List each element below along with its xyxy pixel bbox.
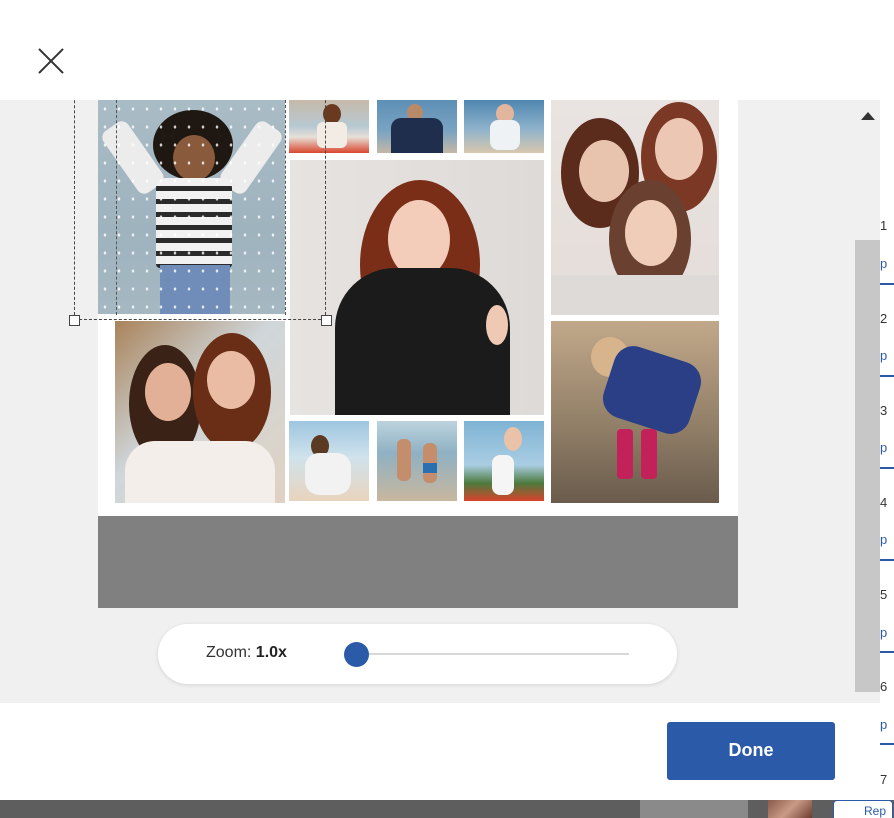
photo-tile-woman-flowers[interactable]	[289, 100, 369, 153]
photo-tile-two-friends[interactable]	[115, 321, 285, 503]
background-row-number: 2	[880, 311, 888, 326]
zoom-control: Zoom: 1.0x	[158, 624, 677, 684]
photo-tile-toddler-puddle[interactable]	[551, 321, 719, 503]
background-button: Rep	[833, 800, 893, 818]
vertical-scrollbar[interactable]	[855, 240, 880, 692]
close-icon[interactable]	[36, 46, 66, 76]
background-divider	[880, 467, 894, 469]
background-link: p	[880, 256, 888, 271]
background-row-number: 3	[880, 403, 888, 418]
background-row-number: 1	[880, 218, 888, 233]
background-link: p	[880, 348, 888, 363]
crop-guide-line	[116, 100, 117, 315]
background-link: p	[880, 625, 888, 640]
zoom-label: Zoom: 1.0x	[206, 644, 287, 661]
photo-tile-three-women[interactable]	[551, 100, 719, 315]
background-strip	[640, 800, 748, 818]
crop-guide-line	[285, 100, 286, 315]
modal-header	[0, 0, 880, 100]
zoom-slider-track[interactable]	[356, 653, 629, 655]
crop-handle-bottom-right[interactable]	[321, 315, 332, 326]
photo-tile-red-hair-woman[interactable]	[290, 160, 544, 415]
background-divider	[880, 559, 894, 561]
scrollbar-thumb[interactable]	[855, 240, 880, 692]
background-row-number: 5	[880, 587, 888, 602]
background-link: p	[880, 532, 888, 547]
background-divider	[880, 283, 894, 285]
done-button[interactable]: Done	[667, 722, 835, 780]
background-row-number: 7	[880, 772, 888, 787]
background-divider	[880, 743, 894, 745]
background-footer: Rep	[0, 800, 894, 818]
photo-editor-modal: Zoom: 1.0x Done	[0, 0, 880, 800]
photo-tile-kids-beach[interactable]	[377, 421, 457, 501]
crop-handle-bottom-left[interactable]	[69, 315, 80, 326]
background-row-number: 6	[880, 679, 888, 694]
background-thumbnail	[768, 800, 812, 818]
background-link: p	[880, 717, 888, 732]
background-list: 1 p 2 p 3 p 4 p 5 p 6 p 7	[880, 0, 894, 818]
photo-tile-toddler-overalls[interactable]	[464, 100, 544, 153]
photo-tile-mother-lifting-child[interactable]	[464, 421, 544, 501]
background-divider	[880, 651, 894, 653]
caret-up-icon[interactable]	[861, 112, 875, 120]
background-divider	[880, 375, 894, 377]
zoom-slider-thumb[interactable]	[344, 642, 369, 667]
photo-tile-girl-confetti[interactable]	[98, 100, 285, 314]
collage-canvas	[98, 100, 738, 516]
photo-tile-father-son[interactable]	[377, 100, 457, 153]
editor-workspace: Zoom: 1.0x	[0, 100, 880, 703]
canvas-bleed-area	[98, 516, 738, 608]
background-row-number: 4	[880, 495, 888, 510]
photo-tile-mother-child-beach[interactable]	[289, 421, 369, 501]
zoom-value: 1.0x	[255, 644, 287, 661]
background-link: p	[880, 440, 888, 455]
